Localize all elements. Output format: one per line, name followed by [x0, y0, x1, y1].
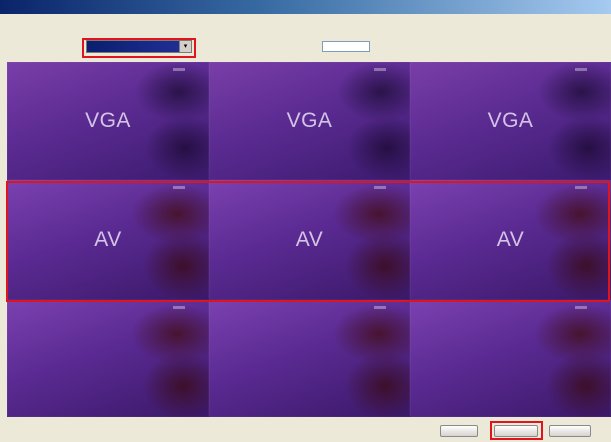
tile-av-3[interactable]: AV: [410, 180, 611, 300]
tile-label: AV: [295, 228, 324, 251]
control-row: ▾: [0, 34, 611, 60]
tile-corner-mark: [575, 68, 587, 71]
cancel-button[interactable]: [549, 425, 591, 437]
tile-corner-mark: [173, 306, 185, 309]
tile-vga-2[interactable]: VGA: [209, 62, 410, 180]
tile-corner-mark: [173, 186, 185, 189]
tile-empty-3[interactable]: [410, 300, 611, 417]
tile-label: VGA: [286, 109, 333, 132]
tile-label: [410, 300, 611, 417]
tile-vga-1[interactable]: VGA: [7, 62, 209, 180]
tile-av-1[interactable]: AV: [7, 180, 209, 300]
tile-label: AV: [94, 228, 122, 251]
tile-corner-mark: [575, 306, 587, 309]
window-titlebar: [0, 0, 611, 14]
back-button[interactable]: [440, 425, 478, 437]
tile-label: VGA: [487, 109, 534, 132]
button-bar: [0, 417, 611, 442]
tile-corner-mark: [173, 68, 185, 71]
tile-label: [209, 300, 410, 417]
name-field[interactable]: [322, 41, 370, 52]
chevron-down-icon[interactable]: ▾: [179, 41, 191, 52]
tile-av-2[interactable]: AV: [209, 180, 410, 300]
next-button[interactable]: [494, 425, 538, 437]
tile-label: VGA: [85, 109, 131, 132]
tile-corner-mark: [374, 306, 386, 309]
tile-label: [7, 300, 209, 417]
source-select[interactable]: ▾: [86, 40, 192, 53]
tile-corner-mark: [575, 186, 587, 189]
tile-empty-2[interactable]: [209, 300, 410, 417]
wizard-window: ▾ VGA VGA VGA AV AV AV: [0, 0, 611, 442]
instruction-text: [6, 17, 606, 29]
tile-corner-mark: [374, 186, 386, 189]
tile-vga-3[interactable]: VGA: [410, 62, 611, 180]
tile-corner-mark: [374, 68, 386, 71]
tile-grid: VGA VGA VGA AV AV AV: [7, 62, 611, 417]
tile-empty-1[interactable]: [7, 300, 209, 417]
tile-label: AV: [496, 228, 525, 251]
